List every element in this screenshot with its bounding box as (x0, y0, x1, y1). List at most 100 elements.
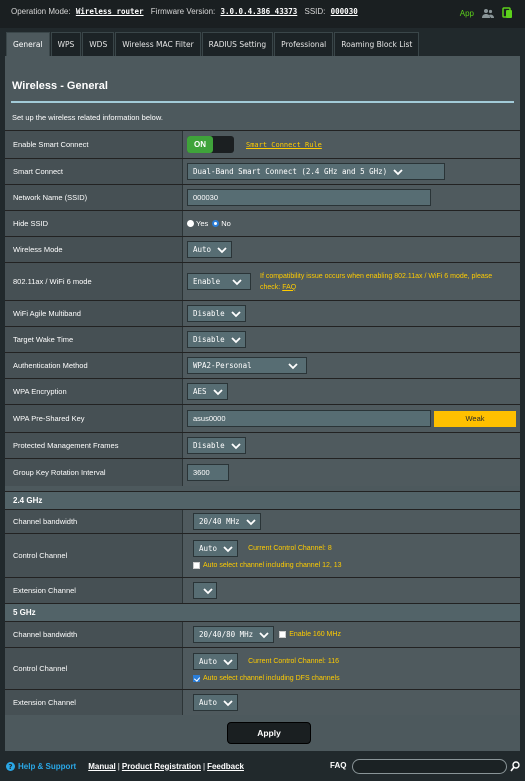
row-wireless-mode: Wireless Mode Auto (5, 236, 520, 262)
5g-extension-channel-select[interactable]: Auto (193, 694, 239, 711)
row-wpa-encryption: WPA Encryption AES (5, 378, 520, 404)
radio-label-no: No (221, 219, 231, 228)
5g-control-channel-select[interactable]: Auto (193, 653, 239, 670)
checkbox-label: Enable 160 MHz (289, 631, 341, 638)
row-label: Network Name (SSID) (5, 185, 183, 210)
ssid-link[interactable]: 000030 (331, 7, 358, 16)
chevron-down-icon (232, 278, 242, 285)
operation-mode-label: Operation Mode: (11, 7, 71, 16)
row-hide-ssid: Hide SSID Yes No (5, 210, 520, 236)
select-value: Auto (199, 698, 218, 707)
operation-mode-link[interactable]: Wireless router (76, 7, 144, 16)
smart-connect-rule-link[interactable]: Smart Connect Rule (246, 141, 322, 149)
users-icon[interactable] (482, 8, 494, 19)
select-value: Disable (193, 335, 225, 344)
apply-button[interactable]: Apply (227, 722, 311, 744)
footer-separator: | (117, 761, 120, 771)
2g-bandwidth-select[interactable]: 20/40 MHz (193, 513, 261, 530)
row-label: WiFi Agile Multiband (5, 301, 183, 326)
ssid-input[interactable]: 000030 (187, 189, 431, 206)
chevron-down-icon (223, 545, 233, 552)
smart-connect-toggle[interactable]: ON (187, 136, 234, 153)
row-5g-bandwidth: Channel bandwidth 20/40/80 MHz Enable 16… (5, 621, 520, 647)
wireless-mode-select[interactable]: Auto (187, 241, 233, 258)
wpa-encryption-select[interactable]: AES (187, 383, 228, 400)
chevron-down-icon (288, 362, 298, 369)
enable-160mhz-checkbox[interactable] (279, 631, 287, 638)
tab-general[interactable]: General (6, 32, 50, 56)
tab-wps[interactable]: WPS (50, 32, 82, 56)
row-5g-control-channel: Control Channel Auto Current Control Cha… (5, 647, 520, 689)
chevron-down-icon (230, 310, 241, 317)
select-value: Auto (199, 657, 218, 666)
row-label: Group Key Rotation Interval (5, 459, 183, 486)
row-label: WPA Encryption (5, 379, 183, 404)
tab-wireless-mac-filter[interactable]: Wireless MAC Filter (115, 32, 201, 56)
usb-icon[interactable] (502, 7, 513, 19)
footer-separator: | (202, 761, 206, 771)
toggle-state: ON (187, 136, 213, 153)
5g-bandwidth-select[interactable]: 20/40/80 MHz (193, 626, 275, 643)
select-value: WPA2-Personal (193, 361, 252, 370)
faq-link[interactable]: FAQ (282, 284, 296, 291)
2g-channel-12-13-checkbox[interactable] (193, 562, 200, 569)
product-registration-link[interactable]: Product Registration (122, 762, 201, 771)
tab-professional[interactable]: Professional (274, 32, 334, 56)
gk-rotation-input[interactable]: 3600 (187, 464, 229, 481)
5g-current-channel: Current Control Channel: 116 (248, 658, 339, 665)
row-ax-mode: 802.11ax / WiFi 6 mode Enable If compati… (5, 262, 520, 300)
tab-wds[interactable]: WDS (82, 32, 115, 56)
faq-search-input[interactable] (352, 759, 507, 774)
select-value: Auto (199, 544, 218, 553)
row-smart-connect: Smart Connect Dual-Band Smart Connect (2… (5, 158, 520, 184)
row-target-wake-time: Target Wake Time Disable (5, 326, 520, 352)
chevron-down-icon (230, 336, 241, 343)
chevron-down-icon (393, 168, 403, 175)
2g-control-channel-select[interactable]: Auto (193, 540, 239, 557)
row-auth-method: Authentication Method WPA2-Personal (5, 352, 520, 378)
row-label: Extension Channel (5, 690, 183, 715)
row-ssid: Network Name (SSID) 000030 (5, 184, 520, 210)
firmware-link[interactable]: 3.0.0.4.386_43373 (221, 7, 298, 16)
tab-roaming-block-list[interactable]: Roaming Block List (334, 32, 420, 56)
row-label: Extension Channel (5, 578, 183, 603)
auth-method-select[interactable]: WPA2-Personal (187, 357, 307, 374)
chevron-down-icon (230, 442, 241, 449)
row-label: WPA Pre-Shared Key (5, 405, 183, 432)
wpa-psk-input[interactable]: asus0000 (187, 410, 431, 427)
ax-compat-note: If compatibility issue occurs when enabl… (260, 271, 500, 293)
agile-multiband-select[interactable]: Disable (187, 305, 246, 322)
tab-radius-setting[interactable]: RADIUS Setting (201, 32, 274, 56)
hide-ssid-yes-radio[interactable] (187, 220, 194, 227)
chevron-down-icon (246, 518, 256, 525)
select-value: Disable (193, 441, 225, 450)
5g-dfs-checkbox[interactable] (193, 675, 200, 682)
title-divider (11, 101, 514, 103)
search-icon[interactable] (510, 761, 520, 772)
firmware-label: Firmware Version: (150, 7, 216, 16)
row-label: 802.11ax / WiFi 6 mode (5, 263, 183, 300)
pmf-select[interactable]: Disable (187, 437, 246, 454)
smart-connect-select[interactable]: Dual-Band Smart Connect (2.4 GHz and 5 G… (187, 163, 445, 180)
page-title: Wireless - General (12, 80, 108, 92)
2g-extension-channel-select[interactable] (193, 582, 217, 599)
target-wake-time-select[interactable]: Disable (187, 331, 246, 348)
app-link[interactable]: App (460, 9, 474, 18)
chevron-down-icon (217, 246, 227, 253)
password-strength-meter: Weak (434, 410, 516, 427)
chevron-down-icon (203, 587, 213, 594)
chevron-down-icon (223, 658, 233, 665)
select-value: Disable (193, 309, 225, 318)
row-2g-extension-channel: Extension Channel (5, 577, 520, 603)
hide-ssid-no-radio[interactable] (212, 220, 220, 227)
settings-panel: Wireless - General Set up the wireless r… (5, 56, 520, 751)
status-bar: Operation Mode: Wireless router Firmware… (0, 0, 525, 28)
row-2g-control-channel: Control Channel Auto Current Control Cha… (5, 533, 520, 577)
row-label: Hide SSID (5, 211, 183, 236)
manual-link[interactable]: Manual (88, 762, 116, 771)
row-label: Control Channel (5, 534, 183, 577)
row-pmf: Protected Management Frames Disable (5, 432, 520, 458)
row-enable-smart-connect: Enable Smart Connect ON Smart Connect Ru… (5, 130, 520, 158)
feedback-link[interactable]: Feedback (207, 762, 244, 771)
ax-mode-select[interactable]: Enable (187, 273, 251, 290)
